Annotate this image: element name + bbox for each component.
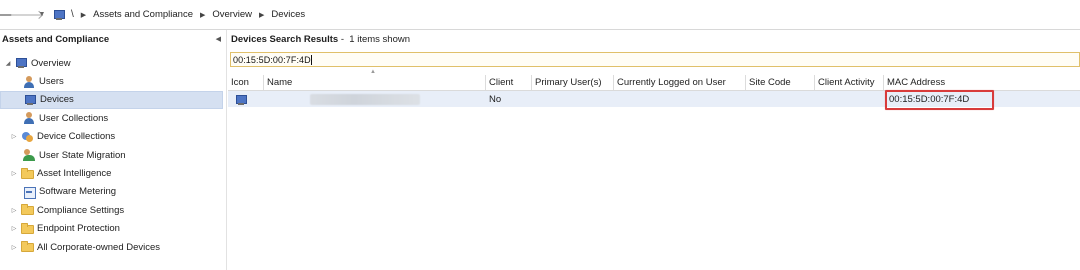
tree-item-label: Device Collections bbox=[37, 131, 116, 143]
collapsed-triangle-icon[interactable]: ▷ bbox=[9, 244, 19, 251]
tree-item-user-state-migration[interactable]: User State Migration bbox=[0, 146, 226, 164]
text-caret bbox=[310, 54, 312, 65]
folder-icon bbox=[21, 204, 34, 216]
nav-header: Assets and Compliance ◀ bbox=[0, 30, 226, 48]
column-header-client-activity[interactable]: Client Activity bbox=[815, 75, 884, 90]
migration-icon bbox=[23, 149, 36, 162]
nav-header-title: Assets and Compliance bbox=[2, 33, 110, 45]
tree-item-software-metering[interactable]: Software Metering bbox=[0, 183, 226, 201]
row-client-cell: No bbox=[489, 93, 502, 105]
computer-icon bbox=[24, 94, 37, 106]
search-input[interactable]: 00:15:5D:00:7F:4D bbox=[230, 52, 1080, 67]
row-logged-on-cell bbox=[614, 91, 746, 107]
results-count: - 1 items shown bbox=[338, 33, 411, 45]
tree-item-devices[interactable]: Devices bbox=[0, 90, 223, 110]
column-header-name[interactable]: Name bbox=[264, 75, 486, 90]
collapsed-triangle-icon[interactable]: ▷ bbox=[9, 207, 19, 214]
tree-item-label: Users bbox=[39, 76, 64, 88]
tree-item-device-collections[interactable]: ▷ Device Collections bbox=[0, 128, 226, 146]
tree-item-endpoint-protection[interactable]: ▷ Endpoint Protection bbox=[0, 220, 226, 238]
mac-address-annotation-box bbox=[885, 90, 994, 110]
computer-icon bbox=[235, 94, 248, 105]
navigation-tree: ◢ Overview Users Devices User Collection… bbox=[0, 54, 226, 256]
redacted-device-name bbox=[310, 93, 420, 105]
search-input-value: 00:15:5D:00:7F:4D bbox=[233, 54, 311, 65]
tree-item-label: Compliance Settings bbox=[37, 204, 125, 216]
collapsed-triangle-icon[interactable]: ▷ bbox=[9, 133, 19, 140]
row-primary-users-cell bbox=[532, 91, 614, 107]
column-header-primary-users[interactable]: Primary User(s) bbox=[532, 75, 614, 90]
row-client-activity-cell bbox=[815, 91, 884, 107]
tree-item-label: Endpoint Protection bbox=[37, 223, 120, 235]
breadcrumb-assets[interactable]: Assets and Compliance bbox=[93, 9, 193, 20]
expanded-triangle-icon[interactable]: ◢ bbox=[3, 60, 13, 67]
breadcrumb-chevron-icon: ▶ bbox=[258, 11, 265, 19]
tree-item-overview[interactable]: ◢ Overview bbox=[0, 54, 226, 72]
breadcrumb-devices[interactable]: Devices bbox=[271, 9, 305, 20]
breadcrumb-chevron-icon: ▶ bbox=[80, 11, 87, 19]
tree-item-label: Overview bbox=[31, 57, 71, 69]
console-root-icon bbox=[53, 9, 67, 21]
navigation-pane: Assets and Compliance ◀ ◢ Overview Users… bbox=[0, 30, 227, 270]
column-header-site-code[interactable]: Site Code bbox=[746, 75, 815, 90]
user-icon bbox=[23, 75, 36, 88]
folder-icon bbox=[21, 222, 34, 234]
column-header-mac-address[interactable]: MAC Address bbox=[884, 75, 1080, 90]
collapse-pane-icon[interactable]: ◀ bbox=[216, 35, 221, 43]
row-site-code-cell bbox=[746, 91, 815, 107]
breadcrumb-overview[interactable]: Overview bbox=[212, 9, 252, 20]
tree-item-asset-intelligence[interactable]: ▷ Asset Intelligence bbox=[0, 164, 226, 182]
tree-item-label: Software Metering bbox=[39, 186, 117, 198]
device-collection-icon bbox=[21, 131, 34, 143]
tree-item-user-collections[interactable]: User Collections bbox=[0, 109, 226, 127]
tree-item-label: All Corporate-owned Devices bbox=[37, 241, 161, 253]
history-dropdown-icon[interactable]: ▼ bbox=[37, 7, 47, 23]
tree-item-label: Devices bbox=[40, 94, 74, 106]
row-icon-cell bbox=[228, 91, 264, 107]
collapsed-triangle-icon[interactable]: ▷ bbox=[9, 170, 19, 177]
column-header-icon[interactable]: Icon bbox=[228, 75, 264, 90]
column-header-client[interactable]: Client bbox=[486, 75, 532, 90]
forward-arrow-icon[interactable]: 🡒 bbox=[10, 7, 45, 23]
tree-item-compliance-settings[interactable]: ▷ Compliance Settings bbox=[0, 201, 226, 219]
address-bar: 🡐 🡒 ▼ \ ▶ Assets and Compliance ▶ Overvi… bbox=[0, 0, 1080, 30]
tree-item-users[interactable]: Users bbox=[0, 72, 226, 90]
collapsed-triangle-icon[interactable]: ▷ bbox=[9, 225, 19, 232]
overview-icon bbox=[15, 57, 28, 69]
grid-header: Icon Name Client Primary User(s) Current… bbox=[228, 75, 1080, 91]
row-name-cell bbox=[264, 91, 486, 107]
tree-item-label: User State Migration bbox=[39, 149, 126, 161]
tree-item-label: User Collections bbox=[39, 112, 109, 124]
metering-icon bbox=[23, 186, 36, 199]
results-pane: Devices Search Results - 1 items shown 0… bbox=[228, 30, 1080, 270]
breadcrumb-chevron-icon: ▶ bbox=[199, 11, 206, 19]
column-header-logged-on-user[interactable]: Currently Logged on User bbox=[614, 75, 746, 90]
tree-item-all-corporate-owned-devices[interactable]: ▷ All Corporate-owned Devices bbox=[0, 238, 226, 256]
root-separator: \ bbox=[71, 9, 74, 20]
folder-icon bbox=[21, 241, 34, 253]
results-header: Devices Search Results - 1 items shown bbox=[228, 30, 1080, 48]
results-title: Devices Search Results bbox=[231, 33, 339, 45]
user-collection-icon bbox=[23, 112, 36, 125]
folder-icon bbox=[21, 167, 34, 179]
tree-item-label: Asset Intelligence bbox=[37, 168, 112, 180]
